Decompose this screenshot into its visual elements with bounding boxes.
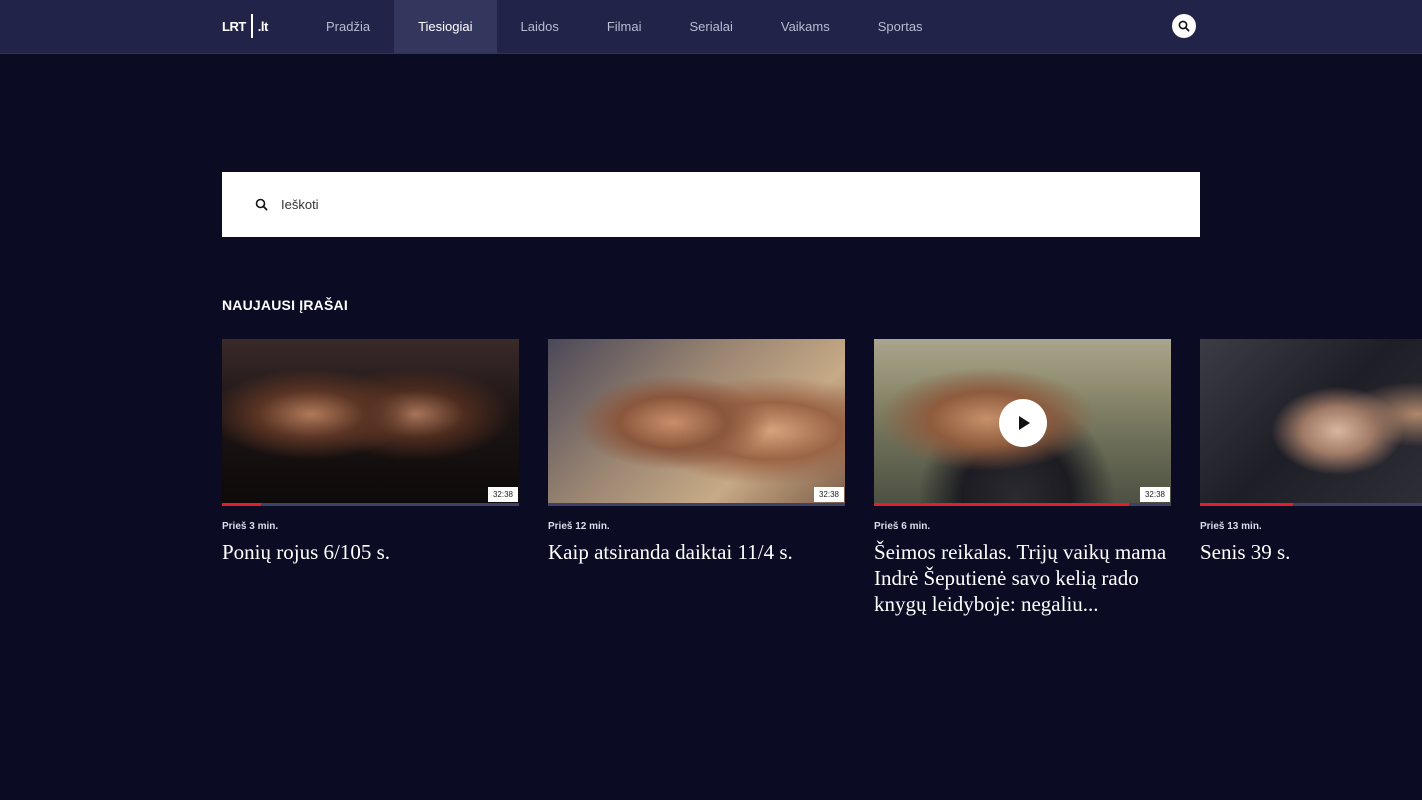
video-card[interactable]: Prieš 13 min. Senis 39 s. <box>1200 339 1422 565</box>
video-title[interactable]: Ponių rojus 6/105 s. <box>222 539 519 565</box>
recent-videos-row: 32:38 Prieš 3 min. Ponių rojus 6/105 s. … <box>222 339 1422 639</box>
nav-item-serialai[interactable]: Serialai <box>666 0 757 53</box>
play-button[interactable] <box>999 399 1047 447</box>
nav-item-filmai[interactable]: Filmai <box>583 0 666 53</box>
top-bar: LRT .lt Pradžia Tiesiogiai Laidos Filmai… <box>0 0 1422 54</box>
duration-badge: 32:38 <box>813 487 844 502</box>
video-thumbnail[interactable]: 32:38 <box>548 339 845 506</box>
logo-divider <box>250 14 253 38</box>
time-ago: Prieš 12 min. <box>548 521 610 532</box>
main-nav: Pradžia Tiesiogiai Laidos Filmai Seriala… <box>302 0 947 53</box>
video-card[interactable]: 32:38 Prieš 6 min. Šeimos reikalas. Trij… <box>874 339 1171 617</box>
duration-badge: 32:38 <box>1139 487 1170 502</box>
video-card[interactable]: 32:38 Prieš 3 min. Ponių rojus 6/105 s. <box>222 339 519 565</box>
watch-progress <box>1200 503 1422 506</box>
watch-progress <box>222 503 519 506</box>
nav-item-laidos[interactable]: Laidos <box>497 0 583 53</box>
time-ago: Prieš 13 min. <box>1200 521 1262 532</box>
logo-right-text: .lt <box>257 18 269 34</box>
video-thumbnail[interactable]: 32:38 <box>874 339 1171 506</box>
nav-item-tiesiogiai[interactable]: Tiesiogiai <box>394 0 497 53</box>
video-card[interactable]: 32:38 Prieš 12 min. Kaip atsiranda daikt… <box>548 339 845 565</box>
header-search-button[interactable] <box>1172 14 1196 38</box>
search-input[interactable] <box>281 192 1161 216</box>
search-icon <box>1178 20 1190 32</box>
nav-item-sportas[interactable]: Sportas <box>854 0 947 53</box>
nav-item-vaikams[interactable]: Vaikams <box>757 0 854 53</box>
watch-progress <box>874 503 1171 506</box>
lrt-logo[interactable]: LRT .lt <box>222 14 268 38</box>
video-title[interactable]: Kaip atsiranda daiktai 11/4 s. <box>548 539 845 565</box>
video-title[interactable]: Šeimos reikalas. Trijų vaikų mama Indrė … <box>874 539 1171 617</box>
search-icon <box>255 198 268 211</box>
video-thumbnail[interactable]: 32:38 <box>222 339 519 506</box>
time-ago: Prieš 6 min. <box>874 521 931 532</box>
nav-item-pradzia[interactable]: Pradžia <box>302 0 394 53</box>
play-icon <box>1019 416 1030 430</box>
watch-progress <box>548 503 845 506</box>
logo-left-text: LRT <box>222 18 246 34</box>
duration-badge: 32:38 <box>487 487 518 502</box>
video-thumbnail[interactable] <box>1200 339 1422 506</box>
search-bar <box>222 172 1200 237</box>
section-title: NAUJAUSI ĮRAŠAI <box>222 297 348 313</box>
video-title[interactable]: Senis 39 s. <box>1200 539 1422 565</box>
time-ago: Prieš 3 min. <box>222 521 279 532</box>
